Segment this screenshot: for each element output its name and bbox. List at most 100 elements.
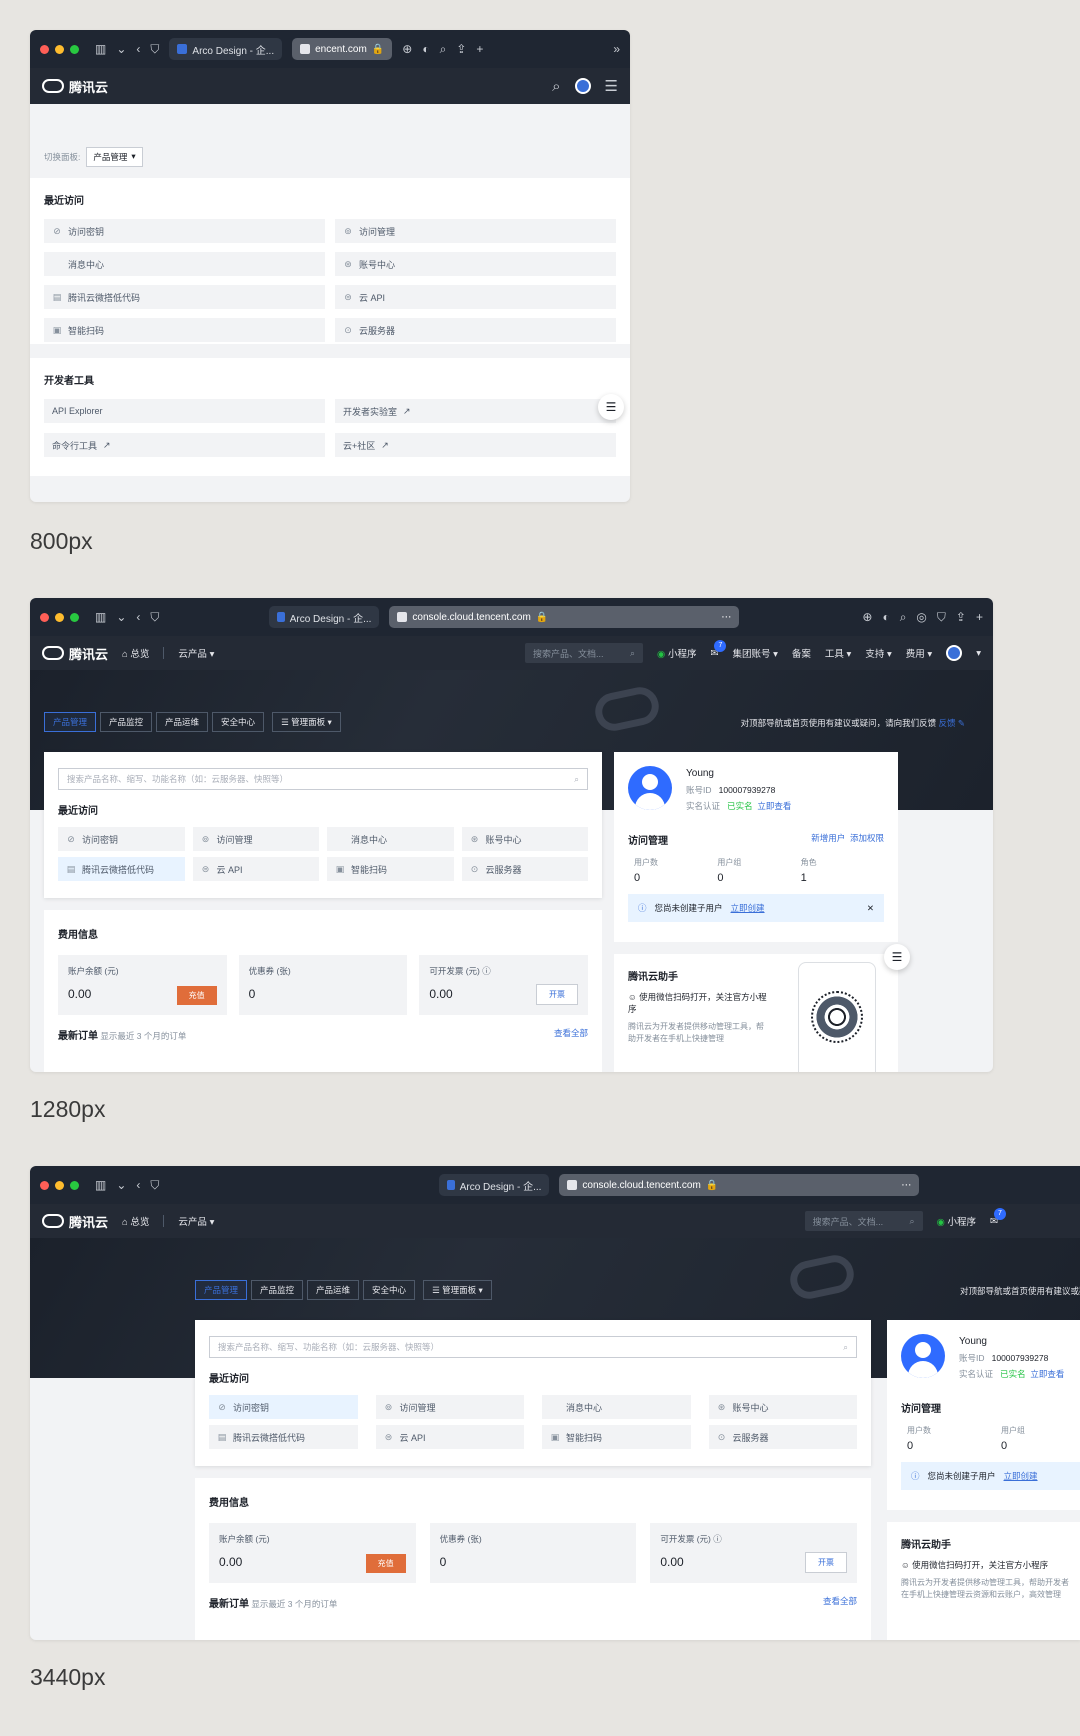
header-search[interactable]: 搜索产品、文档... ⌕: [525, 643, 644, 663]
recent-item[interactable]: 消息中心: [44, 252, 325, 276]
recent-item[interactable]: ▣ 智能扫码: [44, 318, 325, 342]
user-avatar[interactable]: [628, 766, 672, 810]
recent-item[interactable]: ⊘ 访问密钥: [209, 1395, 358, 1419]
avatar[interactable]: [946, 645, 963, 661]
nav-products[interactable]: 云产品 ▾: [178, 646, 214, 660]
new-tab-icon[interactable]: +: [976, 610, 983, 624]
browser-tab-arco[interactable]: Arco Design - 企...: [439, 1174, 550, 1196]
recent-item[interactable]: ⊙ 云服务器: [461, 857, 588, 881]
brand-logo[interactable]: 腾讯云: [42, 644, 108, 663]
dev-item[interactable]: 命令行工具 ↗: [44, 433, 325, 457]
tab-security-center[interactable]: 安全中心: [363, 1280, 416, 1300]
invoice-button[interactable]: 开票: [536, 984, 578, 1005]
back-icon[interactable]: ‹: [136, 610, 140, 624]
brand-logo[interactable]: 腾讯云: [42, 1212, 108, 1231]
recent-item[interactable]: ⊘ 访问密钥: [58, 827, 185, 851]
recent-item[interactable]: ⊜ 云 API: [375, 1425, 524, 1449]
search-icon[interactable]: ⌕: [440, 42, 447, 57]
recent-item[interactable]: ⊙ 云服务器: [335, 318, 616, 342]
more-icon[interactable]: ⋯: [901, 1180, 911, 1191]
recent-item[interactable]: ▤ 腾讯云微搭低代码: [44, 285, 325, 309]
recent-item[interactable]: ⊛ 账号中心: [708, 1395, 857, 1419]
fees-menu[interactable]: 费用 ▾: [906, 646, 932, 660]
shield-icon[interactable]: ⛉: [150, 610, 159, 625]
recent-item[interactable]: ⊛ 账号中心: [461, 827, 588, 851]
header-search[interactable]: 搜索产品、文档... ⌕: [804, 1211, 923, 1231]
search-icon[interactable]: ⌕: [900, 610, 907, 625]
create-subuser-link[interactable]: 立即创建: [1004, 1470, 1038, 1482]
recharge-button[interactable]: 充值: [365, 1554, 406, 1573]
recent-item[interactable]: ⊘ 访问密钥: [44, 219, 325, 243]
recent-item[interactable]: ⊛ 账号中心: [335, 252, 616, 276]
dev-item[interactable]: 开发者实验室 ↗: [335, 399, 616, 423]
product-search-input[interactable]: 搜索产品名称、缩写、功能名称（如：云服务器、快照等） ⌕: [209, 1336, 857, 1358]
view-now-link[interactable]: 立即查看: [757, 801, 791, 811]
tab-product-ops[interactable]: 产品运维: [156, 712, 209, 732]
back-icon[interactable]: ‹: [136, 42, 140, 56]
address-bar[interactable]: console.cloud.tencent.com 🔒 ⋯: [389, 606, 740, 628]
close-icon[interactable]: ✕: [867, 903, 874, 914]
window-controls[interactable]: [40, 1180, 79, 1190]
chevron-down-icon[interactable]: ⌄: [116, 42, 126, 56]
window-controls[interactable]: [40, 612, 79, 622]
nav-overview[interactable]: ⌂ 总览: [122, 1214, 149, 1228]
tab-product-ops[interactable]: 产品运维: [307, 1280, 360, 1300]
recent-item[interactable]: 消息中心: [542, 1395, 691, 1419]
info-icon[interactable]: ⓘ: [713, 1534, 722, 1544]
dev-item[interactable]: API Explorer: [44, 399, 325, 423]
shield-check-icon[interactable]: ⛉: [937, 610, 946, 625]
browser-tab-arco[interactable]: Arco Design - 企...: [169, 38, 283, 60]
add-user-link[interactable]: 新增用户: [811, 833, 845, 843]
user-avatar[interactable]: [901, 1334, 945, 1378]
extension-icon[interactable]: ◐: [882, 610, 889, 624]
add-permission-link[interactable]: 添加权限: [850, 833, 884, 843]
tab-product-monitor[interactable]: 产品监控: [100, 712, 153, 732]
miniprogram-link[interactable]: ◉ 小程序: [937, 1214, 976, 1228]
create-subuser-link[interactable]: 立即创建: [731, 902, 765, 914]
record-link[interactable]: 备案: [792, 646, 811, 660]
shield-icon[interactable]: ⛉: [150, 1178, 159, 1193]
recent-item[interactable]: ⊜ 云 API: [335, 285, 616, 309]
tab-security-center[interactable]: 安全中心: [212, 712, 265, 732]
browser-tab-arco[interactable]: Arco Design - 企...: [269, 606, 380, 628]
new-tab-icon[interactable]: +: [476, 42, 483, 56]
panel-dropdown[interactable]: ☰ 管理面板 ▾: [423, 1280, 492, 1300]
recent-item[interactable]: ▤ 腾讯云微搭低代码: [58, 857, 185, 881]
product-search-input[interactable]: 搜索产品名称、缩写、功能名称（如：云服务器、快照等） ⌕: [58, 768, 588, 790]
extension-icon[interactable]: ◐: [422, 42, 429, 56]
nav-overview[interactable]: ⌂ 总览: [122, 646, 149, 660]
more-tabs-icon[interactable]: »: [613, 42, 620, 56]
view-all-link[interactable]: 查看全部: [823, 1595, 857, 1610]
chevron-down-icon[interactable]: ⌄: [116, 1178, 126, 1192]
recent-item[interactable]: ▣ 智能扫码: [542, 1425, 691, 1449]
recent-item[interactable]: ▤ 腾讯云微搭低代码: [209, 1425, 358, 1449]
tab-product-management[interactable]: 产品管理: [44, 712, 97, 732]
window-controls[interactable]: [40, 44, 79, 54]
address-bar[interactable]: console.cloud.tencent.com 🔒 ⋯: [559, 1174, 920, 1196]
floating-menu-button[interactable]: ☰: [884, 944, 910, 970]
shield-icon[interactable]: ⛉: [150, 42, 159, 57]
sidebar-icon[interactable]: ▥: [95, 42, 106, 56]
floating-menu-button[interactable]: ☰: [598, 394, 624, 420]
share-icon[interactable]: ⇪: [456, 42, 466, 56]
panel-dropdown[interactable]: ☰ 管理面板 ▾: [272, 712, 341, 732]
recent-item[interactable]: ⊜ 云 API: [192, 857, 319, 881]
avatar[interactable]: [574, 78, 591, 94]
tools-menu[interactable]: 工具 ▾: [825, 646, 851, 660]
sidebar-icon[interactable]: ▥: [95, 1178, 106, 1192]
recent-item[interactable]: ⊚ 访问管理: [375, 1395, 524, 1419]
recent-item[interactable]: ▣ 智能扫码: [327, 857, 454, 881]
menu-icon[interactable]: ☰: [605, 77, 618, 95]
tab-product-management[interactable]: 产品管理: [195, 1280, 248, 1300]
recent-item[interactable]: ⊚ 访问管理: [335, 219, 616, 243]
recent-item[interactable]: ⊚ 访问管理: [192, 827, 319, 851]
view-now-link[interactable]: 立即查看: [1030, 1369, 1064, 1379]
recharge-button[interactable]: 充值: [176, 986, 217, 1005]
mail-button[interactable]: ✉ 7: [710, 639, 727, 659]
miniprogram-link[interactable]: ◉ 小程序: [657, 646, 696, 660]
recent-item[interactable]: 消息中心: [327, 827, 454, 851]
chevron-down-icon[interactable]: ⌄: [116, 610, 126, 624]
browser-tab-tencent[interactable]: encent.com 🔒: [292, 38, 393, 60]
group-account-menu[interactable]: 集团账号 ▾: [732, 646, 777, 660]
back-icon[interactable]: ‹: [136, 1178, 140, 1192]
